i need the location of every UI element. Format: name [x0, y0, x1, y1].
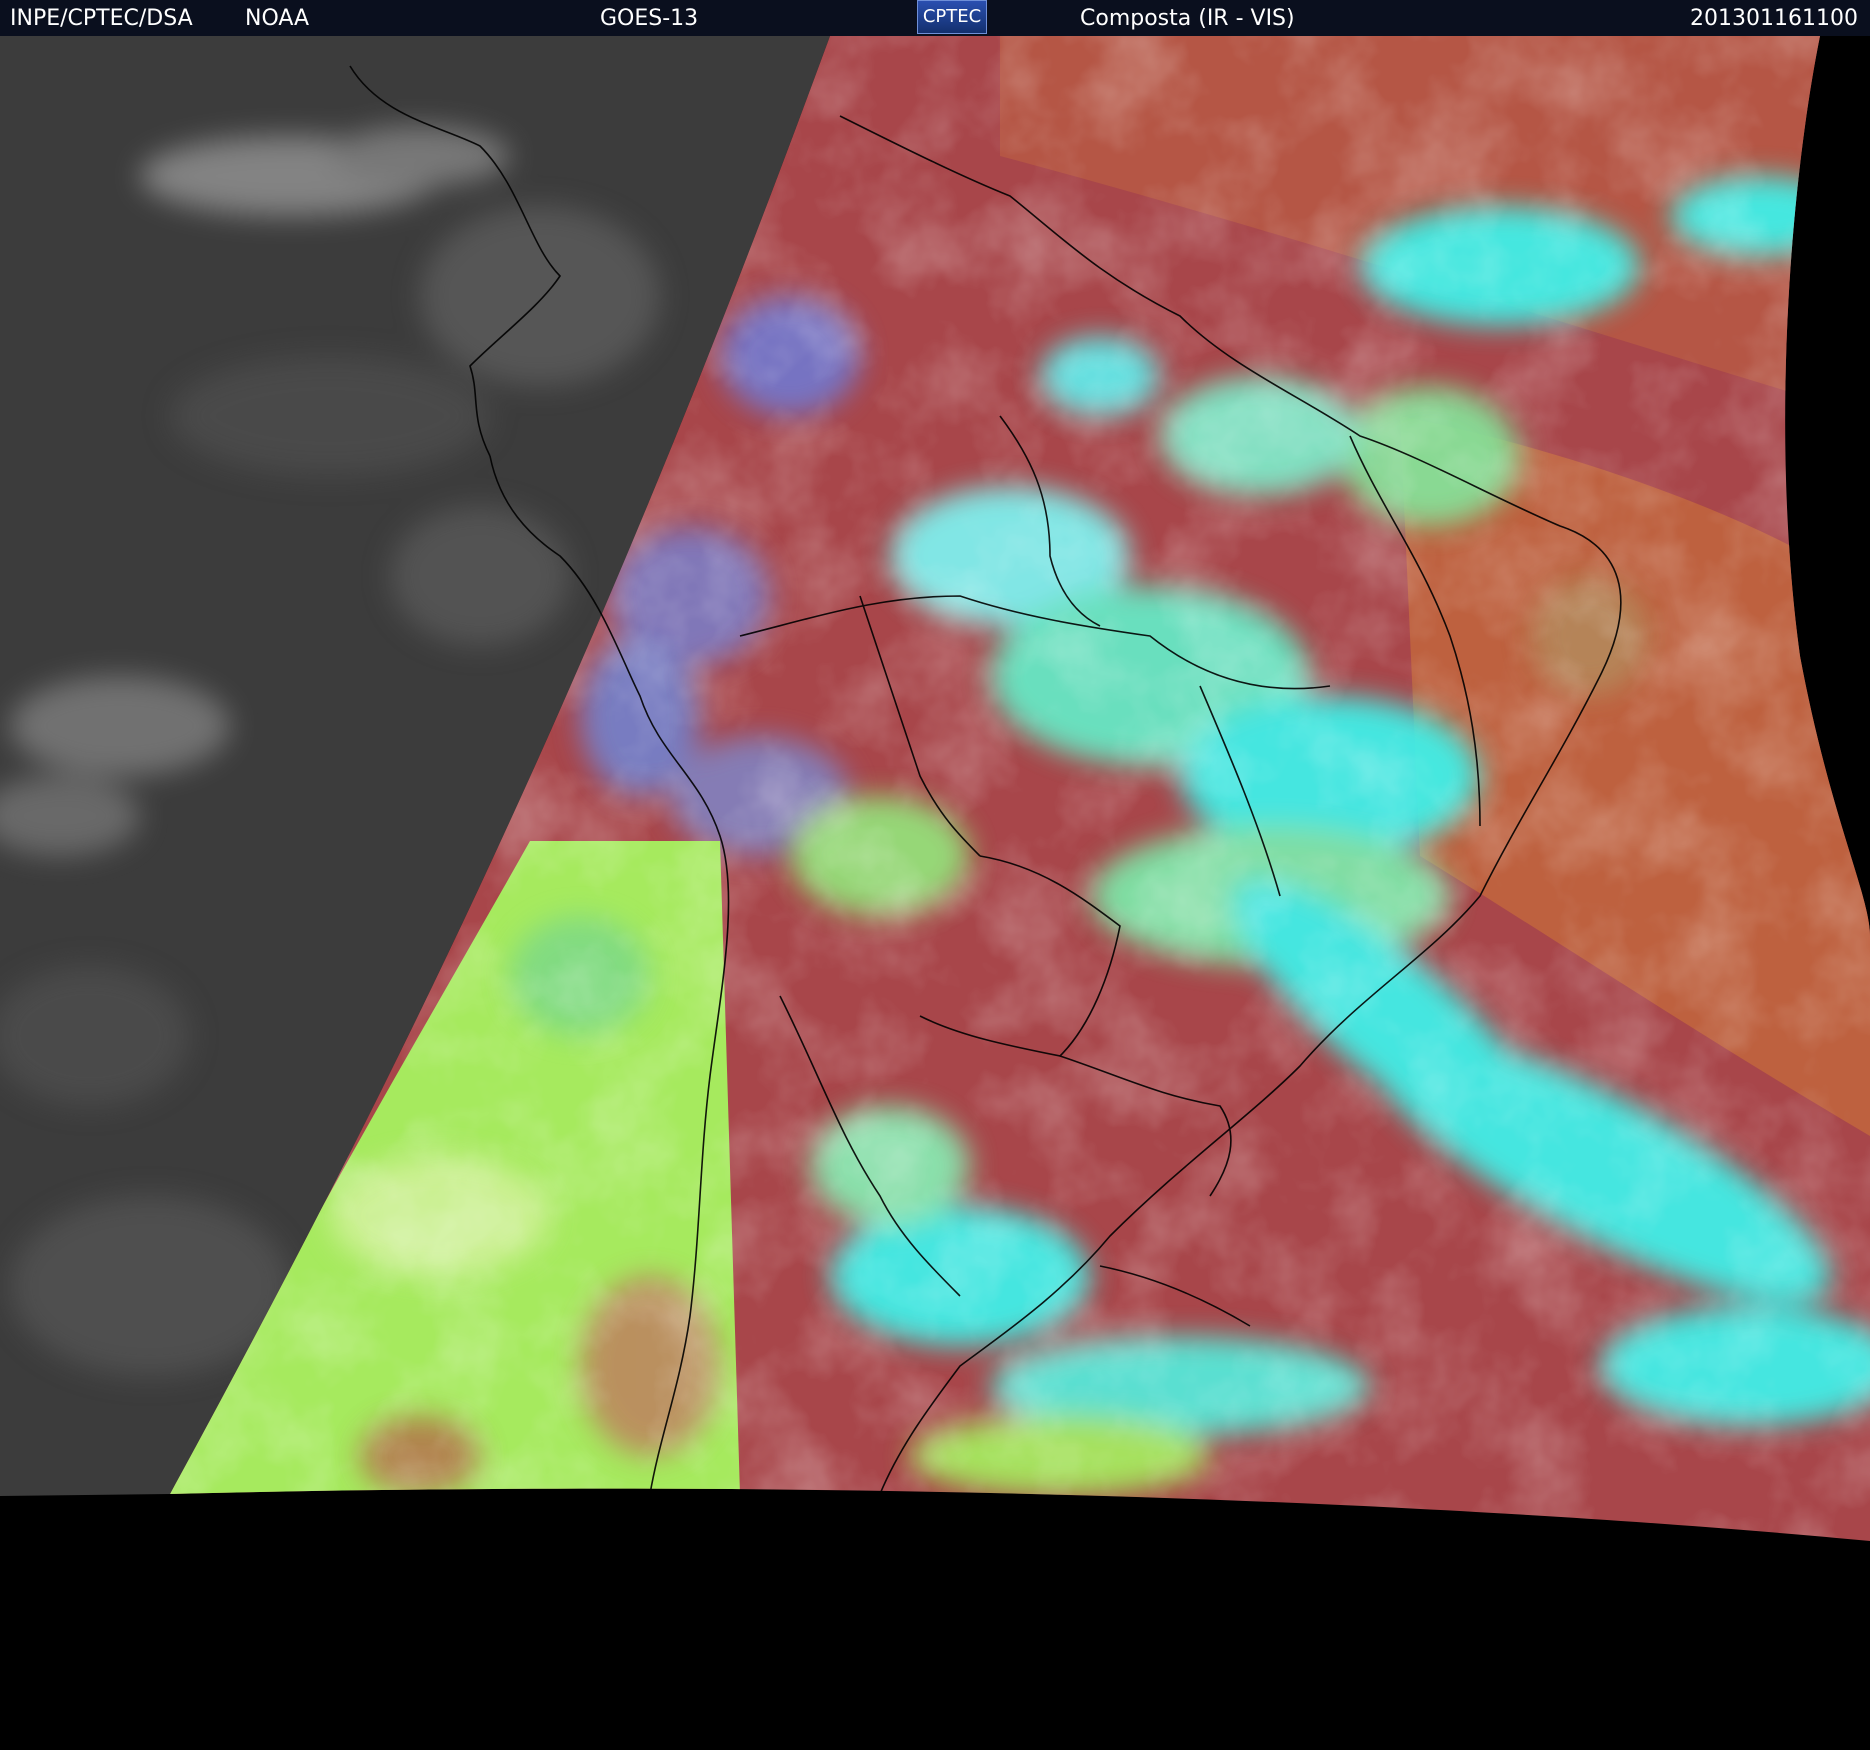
timestamp-label: 201301161100 [1690, 6, 1858, 31]
org-label: INPE/CPTEC/DSA [10, 6, 193, 31]
product-label: Composta (IR - VIS) [1080, 6, 1295, 31]
header-bar: INPE/CPTEC/DSA NOAA GOES-13 CPTEC Compos… [0, 0, 1870, 36]
agency-label: NOAA [245, 6, 310, 31]
cptec-logo: CPTEC [917, 0, 987, 34]
satellite-label: GOES-13 [600, 6, 699, 31]
satellite-composite-image [0, 36, 1870, 1750]
